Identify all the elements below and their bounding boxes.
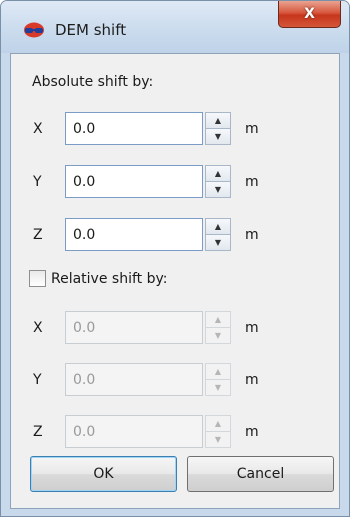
- absolute-x-stepper: ▲ ▼: [205, 112, 231, 145]
- relative-x-spinbox: ▲ ▼: [65, 311, 231, 344]
- absolute-x-label: X: [33, 121, 43, 137]
- absolute-y-unit: m: [245, 174, 259, 190]
- relative-y-stepper: ▲ ▼: [205, 363, 231, 396]
- absolute-z-unit: m: [245, 227, 259, 243]
- absolute-shift-label: Absolute shift by:: [32, 74, 154, 90]
- title-bar[interactable]: DEM shift X: [1, 1, 349, 53]
- increment-arrow-icon: ▲: [205, 415, 231, 432]
- close-button[interactable]: X: [278, 1, 341, 28]
- dem-globe-icon: [24, 22, 44, 38]
- absolute-z-label: Z: [33, 227, 43, 243]
- absolute-x-spinbox: ▲ ▼: [65, 112, 231, 145]
- absolute-y-stepper: ▲ ▼: [205, 165, 231, 198]
- cancel-button[interactable]: Cancel: [187, 456, 334, 492]
- relative-x-stepper: ▲ ▼: [205, 311, 231, 344]
- relative-z-spinbox: ▲ ▼: [65, 415, 231, 448]
- window-title: DEM shift: [55, 21, 127, 39]
- relative-shift-toggle[interactable]: Relative shift by:: [29, 270, 167, 287]
- absolute-z-stepper: ▲ ▼: [205, 218, 231, 251]
- increment-arrow-icon[interactable]: ▲: [205, 112, 231, 129]
- relative-shift-checkbox[interactable]: [29, 270, 46, 287]
- relative-x-input: [65, 311, 203, 344]
- absolute-y-spinbox: ▲ ▼: [65, 165, 231, 198]
- relative-z-input: [65, 415, 203, 448]
- decrement-arrow-icon[interactable]: ▼: [205, 182, 231, 198]
- absolute-y-label: Y: [33, 174, 42, 190]
- ok-button[interactable]: OK: [30, 456, 177, 492]
- close-icon: X: [304, 6, 315, 22]
- decrement-arrow-icon: ▼: [205, 380, 231, 396]
- decrement-arrow-icon: ▼: [205, 328, 231, 344]
- relative-z-label: Z: [33, 424, 43, 440]
- increment-arrow-icon[interactable]: ▲: [205, 218, 231, 235]
- decrement-arrow-icon[interactable]: ▼: [205, 235, 231, 251]
- decrement-arrow-icon[interactable]: ▼: [205, 129, 231, 145]
- increment-arrow-icon: ▲: [205, 363, 231, 380]
- absolute-x-unit: m: [245, 121, 259, 137]
- absolute-z-spinbox: ▲ ▼: [65, 218, 231, 251]
- decrement-arrow-icon: ▼: [205, 432, 231, 448]
- absolute-x-input[interactable]: [65, 112, 203, 145]
- relative-z-stepper: ▲ ▼: [205, 415, 231, 448]
- relative-y-unit: m: [245, 372, 259, 388]
- relative-y-label: Y: [33, 372, 42, 388]
- increment-arrow-icon: ▲: [205, 311, 231, 328]
- relative-x-label: X: [33, 320, 43, 336]
- relative-z-unit: m: [245, 424, 259, 440]
- relative-y-spinbox: ▲ ▼: [65, 363, 231, 396]
- relative-x-unit: m: [245, 320, 259, 336]
- dem-shift-dialog: DEM shift X Absolute shift by: X ▲ ▼ m Y…: [0, 0, 350, 517]
- relative-y-input: [65, 363, 203, 396]
- absolute-y-input[interactable]: [65, 165, 203, 198]
- increment-arrow-icon[interactable]: ▲: [205, 165, 231, 182]
- relative-shift-label: Relative shift by:: [51, 270, 168, 287]
- absolute-z-input[interactable]: [65, 218, 203, 251]
- dialog-body: Absolute shift by: X ▲ ▼ m Y ▲ ▼ m Z ▲: [10, 53, 340, 509]
